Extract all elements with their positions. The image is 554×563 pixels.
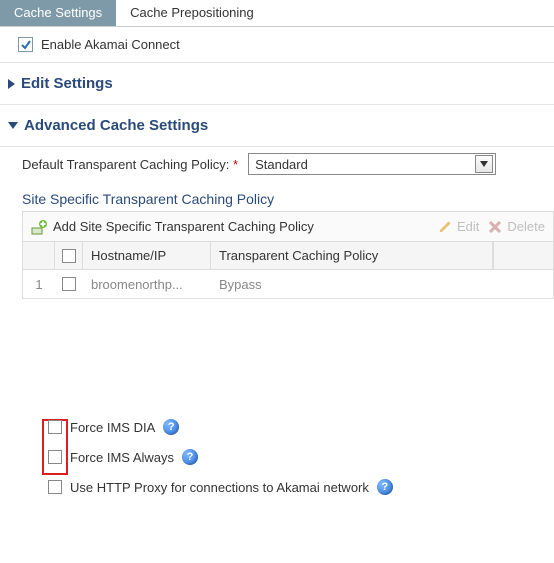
chevron-down-icon bbox=[480, 160, 488, 168]
row-index: 1 bbox=[23, 277, 55, 292]
force-ims-always-label: Force IMS Always bbox=[70, 450, 174, 465]
pencil-icon bbox=[437, 219, 453, 235]
advanced-body: Default Transparent Caching Policy: * St… bbox=[0, 147, 554, 495]
enable-akamai-checkbox[interactable] bbox=[18, 37, 33, 52]
help-icon[interactable]: ? bbox=[182, 449, 198, 465]
use-http-proxy-checkbox[interactable] bbox=[48, 480, 62, 494]
select-all-checkbox[interactable] bbox=[62, 249, 76, 263]
use-http-proxy-label: Use HTTP Proxy for connections to Akamai… bbox=[70, 480, 369, 495]
col-index-header bbox=[23, 242, 55, 269]
default-policy-row: Default Transparent Caching Policy: * St… bbox=[22, 153, 554, 175]
col-policy-header[interactable]: Transparent Caching Policy bbox=[211, 242, 493, 269]
add-site-policy-button[interactable]: Add Site Specific Transparent Caching Po… bbox=[31, 219, 429, 235]
add-site-policy-label: Add Site Specific Transparent Caching Po… bbox=[53, 219, 314, 234]
advanced-settings-header[interactable]: Advanced Cache Settings bbox=[0, 105, 554, 147]
tab-cache-prepositioning[interactable]: Cache Prepositioning bbox=[116, 0, 268, 26]
table-header: Hostname/IP Transparent Caching Policy bbox=[23, 242, 553, 270]
force-ims-dia-checkbox[interactable] bbox=[48, 420, 62, 434]
row-checkbox[interactable] bbox=[62, 277, 76, 291]
row-hostname: broomenorthp... bbox=[83, 277, 211, 292]
delete-button: Delete bbox=[487, 219, 545, 235]
chevron-right-icon bbox=[8, 79, 15, 89]
chevron-down-icon bbox=[8, 122, 18, 129]
force-ims-dia-row[interactable]: Force IMS DIA ? bbox=[42, 419, 554, 435]
row-checkbox-cell bbox=[55, 277, 83, 291]
edit-button-label: Edit bbox=[457, 219, 479, 234]
site-policy-table: Hostname/IP Transparent Caching Policy 1… bbox=[22, 241, 554, 299]
add-icon bbox=[31, 219, 47, 235]
lower-options: Force IMS DIA ? Force IMS Always ? Use H… bbox=[22, 419, 554, 495]
default-policy-label: Default Transparent Caching Policy: * bbox=[22, 157, 238, 172]
delete-button-label: Delete bbox=[507, 219, 545, 234]
col-hostname-header[interactable]: Hostname/IP bbox=[83, 242, 211, 269]
table-row[interactable]: 1 broomenorthp... Bypass bbox=[23, 270, 553, 298]
edit-settings-header[interactable]: Edit Settings bbox=[0, 63, 554, 105]
force-ims-dia-label: Force IMS DIA bbox=[70, 420, 155, 435]
default-policy-value: Standard bbox=[255, 157, 308, 172]
force-ims-always-row[interactable]: Force IMS Always ? bbox=[42, 449, 554, 465]
help-icon[interactable]: ? bbox=[163, 419, 179, 435]
delete-icon bbox=[487, 219, 503, 235]
col-spacer-end bbox=[493, 242, 553, 269]
enable-section: Enable Akamai Connect bbox=[0, 27, 554, 63]
use-http-proxy-row[interactable]: Use HTTP Proxy for connections to Akamai… bbox=[42, 479, 554, 495]
required-star-icon: * bbox=[233, 157, 238, 172]
site-specific-header: Site Specific Transparent Caching Policy bbox=[22, 191, 554, 207]
enable-akamai-label: Enable Akamai Connect bbox=[41, 37, 180, 52]
edit-button: Edit bbox=[437, 219, 479, 235]
row-policy: Bypass bbox=[211, 277, 553, 292]
enable-akamai-row[interactable]: Enable Akamai Connect bbox=[18, 37, 554, 52]
dropdown-button[interactable] bbox=[475, 155, 493, 173]
col-checkbox-header bbox=[55, 242, 83, 269]
help-icon[interactable]: ? bbox=[377, 479, 393, 495]
default-policy-label-text: Default Transparent Caching Policy: bbox=[22, 157, 229, 172]
tab-cache-settings[interactable]: Cache Settings bbox=[0, 0, 116, 26]
tab-bar: Cache Settings Cache Prepositioning bbox=[0, 0, 554, 27]
force-ims-always-checkbox[interactable] bbox=[48, 450, 62, 464]
default-policy-select[interactable]: Standard bbox=[248, 153, 496, 175]
advanced-settings-label: Advanced Cache Settings bbox=[24, 117, 208, 134]
site-toolbar: Add Site Specific Transparent Caching Po… bbox=[22, 211, 554, 241]
edit-settings-label: Edit Settings bbox=[21, 75, 113, 92]
